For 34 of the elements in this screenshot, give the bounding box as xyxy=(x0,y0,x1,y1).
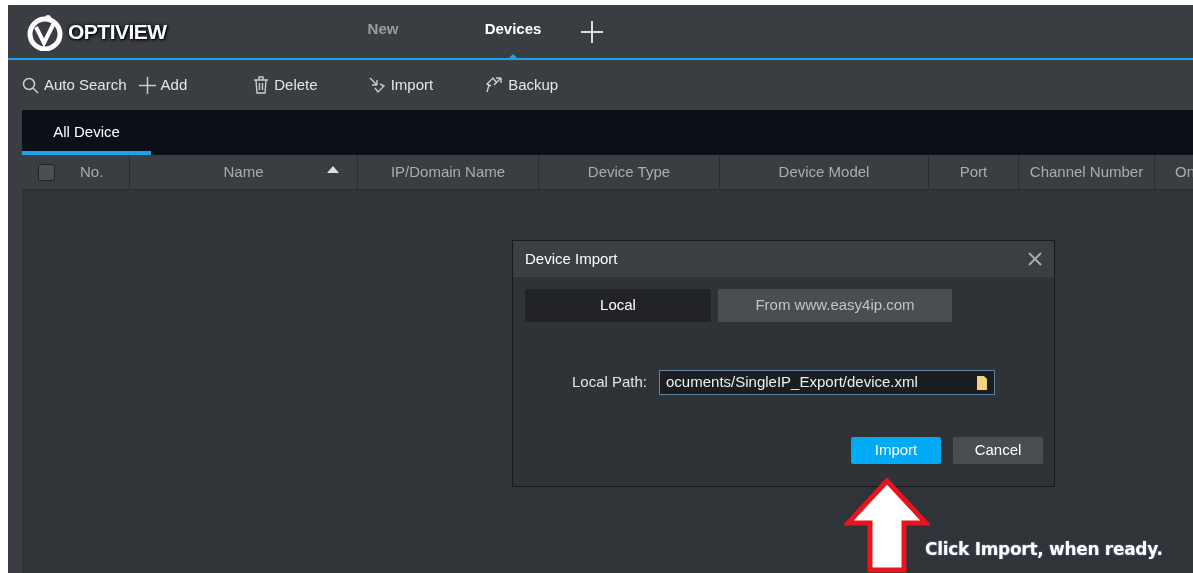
toolbar-button[interactable]: Import xyxy=(367,73,434,97)
column-header[interactable]: Device Type xyxy=(587,160,671,184)
nav-tab[interactable]: New xyxy=(318,5,448,59)
cancel-button[interactable]: Cancel xyxy=(953,437,1043,464)
logo-icon xyxy=(26,12,64,51)
dialog-tab[interactable]: From www.easy4ip.com xyxy=(718,289,952,322)
toolbar-button[interactable]: Backup xyxy=(485,73,559,97)
backup-icon xyxy=(485,76,504,94)
import-icon xyxy=(367,76,386,94)
path-field[interactable]: ocuments/SingleIP_Export/device.xml xyxy=(659,370,996,395)
sort-icon[interactable] xyxy=(327,166,339,173)
plus-icon xyxy=(138,76,156,94)
folder-icon[interactable] xyxy=(976,374,989,391)
field-label: Local Path: xyxy=(571,372,648,393)
nav-tab[interactable]: Devices xyxy=(448,5,578,59)
column-header[interactable]: Name xyxy=(223,160,264,184)
column-header[interactable]: IP/Domain Name xyxy=(390,160,506,184)
toolbar-button[interactable]: Auto Search xyxy=(22,73,127,97)
column-header[interactable]: No. xyxy=(80,160,104,184)
close-icon[interactable] xyxy=(1028,252,1042,266)
toolbar-button[interactable]: Delete xyxy=(253,73,318,97)
search-icon xyxy=(22,76,39,94)
toolbar-button[interactable]: Add xyxy=(138,73,188,97)
column-header[interactable]: Port xyxy=(959,160,988,184)
trash-icon xyxy=(253,76,270,94)
column-header[interactable]: Device Model xyxy=(778,160,870,184)
dialog-tab[interactable]: Local xyxy=(525,289,711,322)
import-button[interactable]: Import xyxy=(851,437,941,464)
dialog-title: Device Import xyxy=(525,248,618,269)
logo-text: OPTIVIEW xyxy=(68,18,167,45)
instruction-text: Click Import, when ready. xyxy=(925,538,1163,561)
column-header[interactable]: Channel Number xyxy=(1029,160,1144,184)
add-tab-icon[interactable] xyxy=(580,19,604,44)
select-all-checkbox[interactable] xyxy=(38,163,55,181)
